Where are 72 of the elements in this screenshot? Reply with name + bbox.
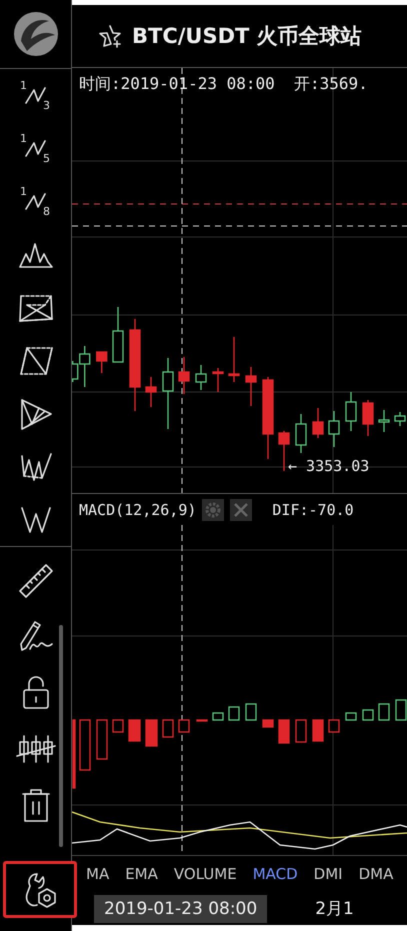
logo-icon [12,11,58,57]
pen-signature-icon [18,620,54,654]
cursor-time-label: 2019-01-23 08:00 [94,894,268,922]
indicator-tab[interactable]: DMA [350,865,402,883]
candlesticks-crossed-icon [16,734,56,764]
histogram-bar [245,703,257,721]
w-pattern-icon [20,506,52,534]
histogram-bar [128,719,141,742]
candlestick [162,358,174,429]
settings-button[interactable] [3,861,77,918]
low-price-label: ← 3353.03 [288,457,370,475]
histogram-bar [278,719,290,744]
histogram-bar [345,712,357,721]
histogram-bar [162,719,174,738]
wrench-nut-icon [23,872,57,908]
candlestick [295,414,307,453]
histogram-bar [212,712,224,721]
histogram-bar [196,719,208,722]
candlestick [278,431,290,471]
indicator-tab[interactable]: DMI [306,865,351,883]
candlestick [245,367,257,406]
histogram-bar [112,719,124,733]
candle-info-text: 时间:2019-01-23 08:00 开:3569. [79,74,368,95]
wave-tool-button[interactable]: 1 8 [0,175,71,228]
candlestick [112,307,124,363]
lock-icon [22,676,50,710]
star-add-icon[interactable] [98,24,122,48]
indicator-tab[interactable]: MACD [244,865,306,883]
candlestick [228,337,240,382]
indicator-close-button[interactable] [230,498,252,520]
histogram-bar [362,709,374,721]
triangle-icon [20,398,52,430]
peaks-icon [18,242,52,268]
histogram-bar [178,719,190,733]
ruler-icon [18,563,54,599]
candlestick [378,410,390,432]
histogram-bar [72,719,76,789]
histogram-bar [145,719,158,747]
histogram-bar [96,719,108,760]
candlestick [145,377,157,407]
candlestick [328,411,340,447]
candlestick [178,357,190,394]
histogram-bar [312,719,324,742]
histogram-bar [378,703,390,721]
candlestick [195,365,207,390]
histogram-bar [79,719,91,771]
histogram-bar [262,719,274,728]
candlestick [312,408,324,438]
indicator-settings-button[interactable] [202,498,224,520]
indicator-tab[interactable]: VOLUME [166,865,245,883]
indicator-label: MACD(12,26,9) [79,500,196,518]
indicator-tab[interactable]: MA [78,865,118,883]
candlestick [362,400,374,436]
gear-icon [205,502,222,518]
trash-icon [20,788,50,822]
candlestick [212,368,224,392]
candlestick [345,392,357,431]
wave-tool-button[interactable]: 1 5 [0,122,71,175]
close-icon [234,502,248,516]
histogram-bar [328,719,340,733]
trapezoid-icon [18,292,52,322]
wave-tool-button[interactable]: 1 3 [0,69,71,122]
histogram-bar [228,706,240,721]
time-axis-label: 2月1 [315,898,354,920]
histogram-bar [295,719,307,743]
zigzag-icon [20,452,52,482]
parallelogram-icon [18,346,52,376]
dif-value: DIF:-70.0 [272,500,354,518]
candlestick [96,351,108,373]
pair-title: BTC/USDT 火币全球站 [132,23,362,50]
indicator-tab[interactable]: EMA [117,865,166,883]
scrollbar[interactable] [59,625,63,847]
